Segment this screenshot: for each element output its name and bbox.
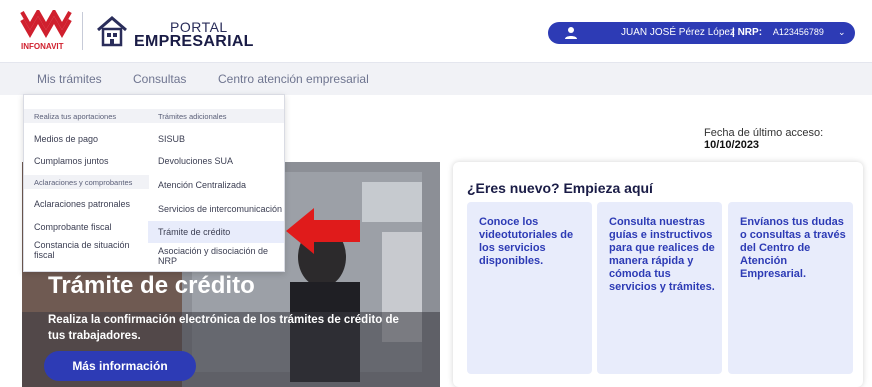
user-name: JUAN JOSÉ Pérez López [621,27,735,38]
new-user-title: ¿Eres nuevo? Empieza aquí [467,180,653,196]
menu-item-constancia-fiscal[interactable]: Constancia de situación fiscal [24,239,149,261]
nav-centro-atencion[interactable]: Centro atención empresarial [218,72,369,86]
nrp-display: | NRP: A123456789 [732,27,824,38]
logo-divider [82,12,83,50]
main-nav: Mis trámites Consultas Centro atención e… [0,63,872,95]
menu-item-tramite-credito[interactable]: Trámite de crédito [148,221,284,243]
infonavit-logo-text: INFONAVIT [21,42,64,51]
portal-word: PORTAL [170,19,228,35]
dropdown-header-tramites-adicionales: Trámites adicionales [148,109,284,123]
red-pointer-arrow-icon [286,208,360,254]
last-access-date: 10/10/2023 [704,139,760,151]
nav-consultas[interactable]: Consultas [133,72,186,86]
infonavit-logo[interactable]: INFONAVIT [20,10,72,52]
menu-item-cumplamos-juntos[interactable]: Cumplamos juntos [24,150,149,172]
empresarial-word: EMPRESARIAL [134,33,254,50]
hero-title: Trámite de crédito [48,272,255,299]
menu-item-medios-pago[interactable]: Medios de pago [24,128,149,150]
menu-item-asociacion-nrp[interactable]: Asociación y disociación de NRP [148,245,284,267]
hero-description: Realiza la confirmación electrónica de l… [48,314,399,342]
menu-item-servicios-intercomunicacion[interactable]: Servicios de intercomunicación [148,198,284,220]
user-account-pill[interactable]: JUAN JOSÉ Pérez López | NRP: A123456789 … [548,22,855,44]
menu-item-comprobante-fiscal[interactable]: Comprobante fiscal [24,216,149,238]
menu-item-atencion-centralizada[interactable]: Atención Centralizada [148,174,284,196]
menu-item-devoluciones-sua[interactable]: Devoluciones SUA [148,150,284,172]
mis-tramites-dropdown: Realiza tus aportaciones Medios de pago … [23,94,285,272]
new-user-card: ¿Eres nuevo? Empieza aquí Conoce los vid… [453,162,863,387]
dropdown-header-aportaciones: Realiza tus aportaciones [24,109,149,123]
tile-guias[interactable]: Consulta nuestras guías e instructivos p… [597,202,722,374]
tile-text: Envíanos tus dudas o consultas a través … [740,216,846,280]
dropdown-header-aclaraciones: Aclaraciones y comprobantes [24,175,149,189]
nrp-label: | NRP: [732,27,763,38]
menu-item-sisub[interactable]: SISUB [148,128,284,150]
user-icon [565,27,577,39]
nrp-value: A123456789 [772,27,824,37]
last-access-label: Fecha de último acceso: [704,127,824,139]
tile-text: Consulta nuestras guías e instructivos p… [609,216,715,293]
chevron-down-icon[interactable]: ⌄ [838,27,846,38]
top-bar: INFONAVIT PORTAL EMPRESARIAL JUAN JOSÉ P… [0,0,872,63]
portal-building-icon [97,16,127,47]
menu-item-aclaraciones-patronales[interactable]: Aclaraciones patronales [24,193,149,215]
tile-centro-atencion[interactable]: Envíanos tus dudas o consultas a través … [728,202,853,374]
more-info-button[interactable]: Más información [44,351,196,381]
tile-text: Conoce los videotutoriales de los servic… [479,216,574,267]
tile-videotutoriales[interactable]: Conoce los videotutoriales de los servic… [467,202,592,374]
nav-mis-tramites[interactable]: Mis trámites [37,72,102,86]
last-access-info: Fecha de último acceso: 10/10/2023 [704,127,872,151]
portal-title: PORTAL EMPRESARIAL [134,19,254,50]
